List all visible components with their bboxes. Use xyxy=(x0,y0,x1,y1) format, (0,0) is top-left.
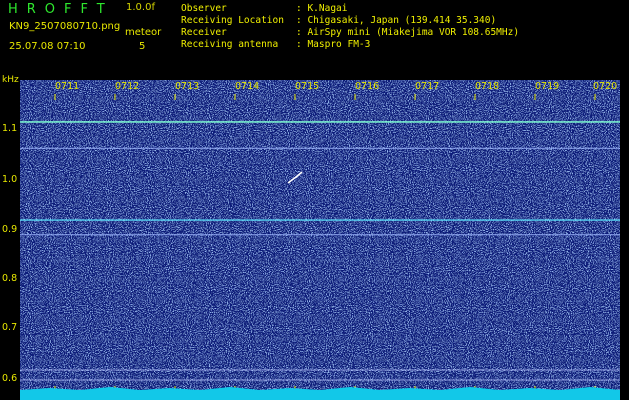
info-value-antenna: : Maspro FM-3 xyxy=(296,39,371,50)
y-tick-label: 0.6 xyxy=(2,373,18,384)
info-key-observer: Observer xyxy=(181,3,227,14)
x-tick-label: 0713 xyxy=(175,81,200,92)
info-value-receiver: : AirSpy mini (Miakejima VOR 108.65MHz) xyxy=(296,27,520,38)
app-version: 1.0.0f xyxy=(126,2,155,13)
x-tick-label: 0720 xyxy=(593,81,618,92)
app-title: HROFFT xyxy=(8,2,114,17)
info-value-observer: : K.Nagai xyxy=(296,3,348,14)
x-tick-label: 0715 xyxy=(295,81,320,92)
spectrogram-background xyxy=(20,80,620,400)
y-tick-label: 0.9 xyxy=(2,224,18,235)
info-key-location: Receiving Location xyxy=(181,15,284,26)
y-tick-label: 1.0 xyxy=(2,174,18,185)
x-tick-label: 0717 xyxy=(415,81,440,92)
info-key-receiver: Receiver xyxy=(181,27,227,38)
x-tick-label: 0718 xyxy=(475,81,500,92)
x-tick-label: 0712 xyxy=(115,81,140,92)
y-axis-unit: kHz xyxy=(2,75,19,85)
y-tick-label: 1.1 xyxy=(2,123,18,134)
signal-level-bar xyxy=(20,390,620,400)
info-key-antenna: Receiving antenna xyxy=(181,39,279,50)
file-name: KN9_2507080710.png xyxy=(9,21,121,32)
x-tick-label: 0711 xyxy=(55,81,80,92)
info-value-location: : Chigasaki, Japan (139.414 35.340) xyxy=(296,15,497,26)
spectrogram-svg xyxy=(20,80,620,400)
x-tick-label: 0714 xyxy=(235,81,260,92)
meteor-count: 5 xyxy=(139,41,146,52)
y-tick-label: 0.7 xyxy=(2,322,18,333)
spectrogram-plot xyxy=(20,80,620,400)
x-tick-label: 0716 xyxy=(355,81,380,92)
mode-label: meteor xyxy=(125,27,162,38)
x-tick-label: 0719 xyxy=(535,81,560,92)
timestamp: 25.07.08 07:10 xyxy=(9,41,86,52)
y-tick-label: 0.8 xyxy=(2,273,18,284)
